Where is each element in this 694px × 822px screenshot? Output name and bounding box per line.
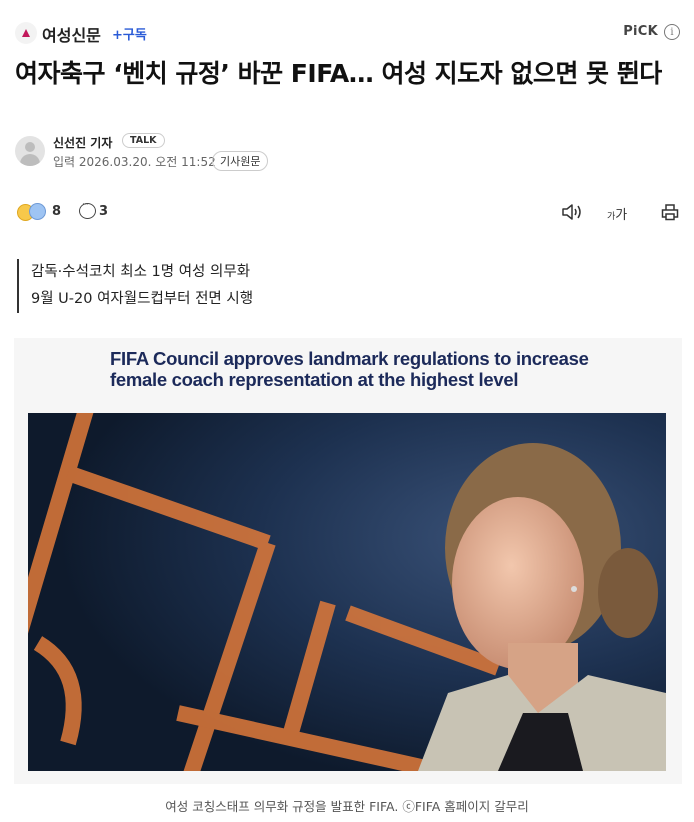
article-actions: 8 3 가가 xyxy=(15,200,680,224)
subscribe-button[interactable]: +구독 xyxy=(112,24,147,43)
article-summary: 감독·수석코치 최소 1명 여성 의무화 9월 U-20 여자월드컵부터 전면 … xyxy=(17,259,657,313)
talk-button[interactable]: TALK xyxy=(122,133,165,148)
photo-caption: 여성 코칭스태프 의무화 규정을 발표한 FIFA. ⓒFIFA 홈페이지 갈무… xyxy=(165,799,529,814)
article-photo-frame: FIFA Council approves landmark regulatio… xyxy=(14,338,682,784)
avatar-icon[interactable] xyxy=(15,136,45,166)
photo-headline-line: FIFA Council approves landmark regulatio… xyxy=(110,348,589,369)
emoji-reaction-icon[interactable] xyxy=(17,202,49,222)
font-size-large-label: 가 xyxy=(615,208,628,223)
summary-line: 감독·수석코치 최소 1명 여성 의무화 xyxy=(31,264,251,280)
reporter-name[interactable]: 신선진 기자 xyxy=(53,134,112,151)
summary-line: 9월 U-20 여자월드컵부터 전면 시행 xyxy=(31,291,254,307)
comment-count[interactable]: 3 xyxy=(99,204,108,219)
press-name[interactable]: 여성신문 xyxy=(42,22,101,46)
original-article-button[interactable]: 기사원문 xyxy=(212,151,269,171)
pick-label: PiCK xyxy=(623,24,658,39)
press-logo-icon[interactable] xyxy=(15,22,37,44)
publish-date: 입력 2026.03.20. 오전 11:52 xyxy=(53,155,216,169)
info-icon[interactable]: i xyxy=(664,24,680,40)
byline: 신선진 기자 TALK 입력 2026.03.20. 오전 11:52 기사원문 xyxy=(15,133,675,174)
photo-illustration xyxy=(28,413,666,771)
reaction-count[interactable]: 8 xyxy=(52,204,61,219)
article-photo[interactable] xyxy=(28,413,666,771)
speaker-icon[interactable] xyxy=(561,203,583,221)
photo-headline-line: female coach representation at the highe… xyxy=(110,369,519,390)
photo-headline: FIFA Council approves landmark regulatio… xyxy=(110,348,589,390)
press-header: 여성신문 +구독 PiCK i xyxy=(0,18,694,46)
article-title: 여자축구 ‘벤치 규정’ 바꾼 FIFA… 여성 지도자 없으면 못 뛴다 xyxy=(15,59,662,88)
comment-icon[interactable] xyxy=(79,200,96,219)
font-size-button[interactable]: 가가 xyxy=(607,204,627,223)
print-icon[interactable] xyxy=(661,203,679,221)
